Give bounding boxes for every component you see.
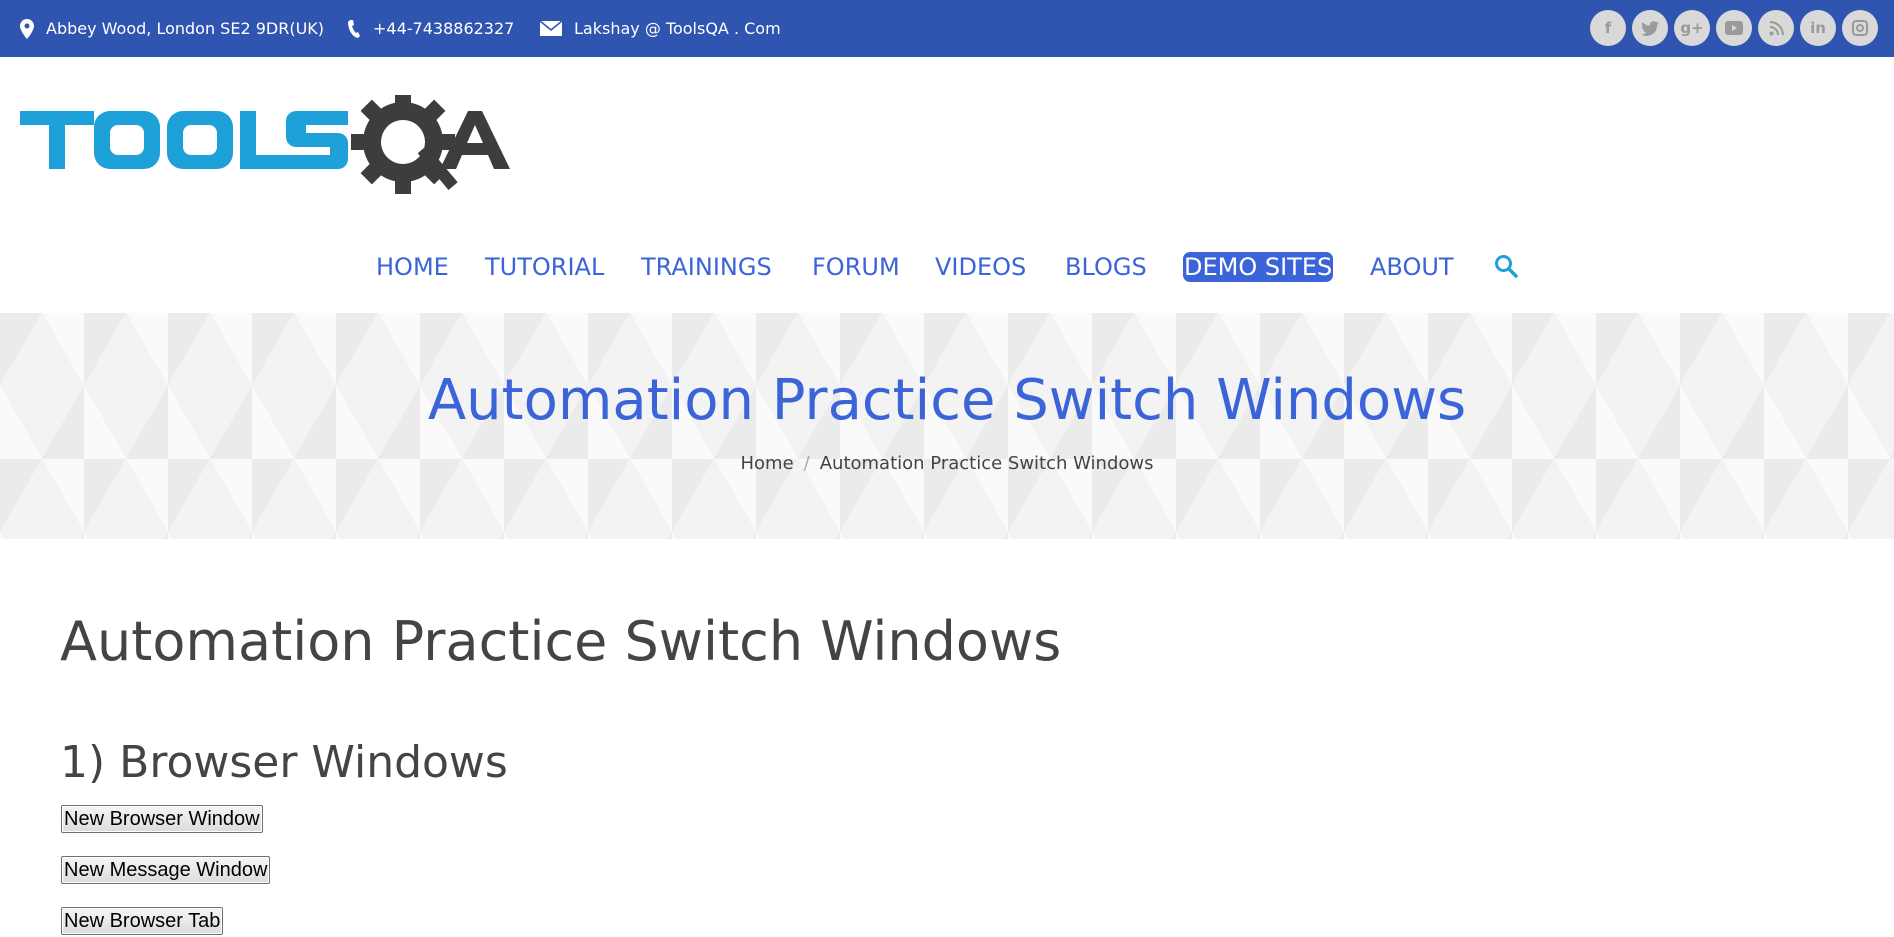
- email-text: Lakshay @ ToolsQA . Com: [574, 19, 781, 38]
- toolsqa-logo[interactable]: [20, 90, 510, 214]
- nav-demo-sites[interactable]: DEMO SITES: [1183, 252, 1334, 282]
- rss-icon[interactable]: [1758, 10, 1794, 46]
- breadcrumb-separator: /: [803, 453, 810, 474]
- nav-home[interactable]: HOME: [376, 252, 449, 282]
- main-nav: HOME TUTORIAL TRAININGS FORUM VIDEOS BLO…: [0, 240, 1894, 296]
- phone-icon: [348, 19, 360, 38]
- nav-forum[interactable]: FORUM: [812, 252, 900, 282]
- facebook-icon[interactable]: f: [1590, 10, 1626, 46]
- search-icon[interactable]: [1494, 254, 1518, 282]
- breadcrumb-home[interactable]: Home: [741, 453, 794, 474]
- phone: +44-7438862327: [347, 0, 514, 57]
- instagram-icon[interactable]: [1842, 10, 1878, 46]
- youtube-icon[interactable]: [1716, 10, 1752, 46]
- new-browser-window-button[interactable]: New Browser Window: [61, 805, 263, 833]
- phone-text: +44-7438862327: [373, 19, 515, 38]
- twitter-icon[interactable]: [1632, 10, 1668, 46]
- top-contact-bar: Abbey Wood, London SE2 9DR(UK) +44-74388…: [0, 0, 1894, 57]
- linkedin-icon[interactable]: in: [1800, 10, 1836, 46]
- address: Abbey Wood, London SE2 9DR(UK): [20, 0, 324, 57]
- nav-tutorial[interactable]: TUTORIAL: [485, 252, 604, 282]
- breadcrumb-current: Automation Practice Switch Windows: [819, 453, 1154, 474]
- nav-about[interactable]: ABOUT: [1370, 252, 1454, 282]
- nav-videos[interactable]: VIDEOS: [935, 252, 1026, 282]
- google-plus-icon[interactable]: g+: [1674, 10, 1710, 46]
- mail-icon: [540, 21, 562, 36]
- social-links: f g+ in: [1590, 10, 1878, 46]
- banner-title: Automation Practice Switch Windows: [427, 368, 1467, 433]
- new-browser-tab-button[interactable]: New Browser Tab: [61, 907, 224, 935]
- email: Lakshay @ ToolsQA . Com: [540, 0, 781, 57]
- page-title: Automation Practice Switch Windows: [60, 610, 1062, 673]
- section-browser-windows: 1) Browser Windows: [60, 737, 508, 788]
- page-banner: Automation Practice Switch Windows Home /…: [0, 313, 1894, 539]
- map-pin-icon: [20, 18, 34, 39]
- nav-blogs[interactable]: BLOGS: [1065, 252, 1147, 282]
- new-message-window-button[interactable]: New Message Window: [61, 856, 271, 884]
- breadcrumb: Home / Automation Practice Switch Windows: [0, 453, 1894, 474]
- address-text: Abbey Wood, London SE2 9DR(UK): [46, 19, 325, 38]
- nav-trainings[interactable]: TRAININGS: [641, 252, 772, 282]
